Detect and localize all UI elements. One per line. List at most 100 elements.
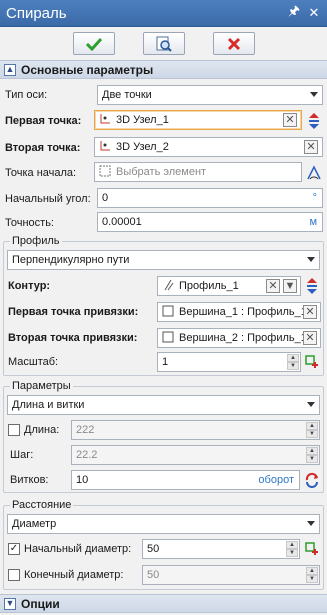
toolbar — [0, 27, 327, 60]
start-diam-label-wrap: ✓ Начальный диаметр: — [8, 543, 132, 556]
profile-mode-select[interactable]: Перпендикулярно пути — [7, 250, 320, 270]
axis-type-value: Две точки — [102, 89, 152, 101]
swap-points-button[interactable] — [305, 111, 323, 131]
spiral-panel: Спираль 🖈 ✕ ▲ Основные параметры Тип оси… — [0, 0, 327, 615]
precision-input[interactable]: 0.00001 м — [97, 212, 323, 232]
profile-icon — [162, 279, 174, 294]
first-point-label: Первая точка: — [5, 115, 82, 127]
angle-icon — [307, 165, 321, 180]
step-label: Шаг: — [10, 449, 34, 461]
vertex-icon — [162, 305, 174, 320]
parameters-mode-select[interactable]: Длина и витки — [7, 395, 320, 415]
main-params-header[interactable]: ▲ Основные параметры — [0, 60, 327, 79]
clear-contour-icon[interactable]: ✕ — [266, 279, 280, 293]
second-anchor-value: Вершина_2 : Профиль_1 — [179, 332, 307, 344]
select-element-icon — [99, 165, 111, 180]
second-point-value: 3D Узел_2 — [116, 141, 169, 153]
scale-label: Масштаб: — [8, 356, 59, 368]
close-icon[interactable]: ✕ — [307, 5, 321, 21]
preview-button[interactable] — [142, 32, 185, 55]
chevron-down-icon — [307, 521, 315, 526]
clear-second-anchor-icon[interactable]: ✕ — [303, 331, 317, 345]
diameter-tool-button[interactable] — [303, 539, 321, 559]
profile-mode-value: Перпендикулярно пути — [12, 254, 130, 266]
direction-toggle-button[interactable] — [303, 470, 321, 490]
start-angle-unit: ° — [312, 192, 317, 204]
scale-icon — [305, 355, 318, 368]
length-checkbox[interactable] — [8, 424, 20, 437]
ok-button[interactable] — [72, 32, 115, 55]
step-value: 22.2 — [76, 449, 98, 461]
start-angle-tool-button[interactable] — [305, 163, 323, 183]
first-point-value: 3D Узел_1 — [116, 114, 169, 126]
end-diam-input[interactable]: 50 ▲ ▼ — [142, 565, 320, 585]
length-input[interactable]: 222 ▲ ▼ — [71, 420, 320, 440]
end-diam-label-wrap: Конечный диаметр: — [8, 569, 124, 582]
start-diam-label: Начальный диаметр: — [24, 543, 132, 555]
scale-tool-button[interactable] — [303, 352, 321, 372]
second-anchor-field[interactable]: Вершина_2 : Профиль_1 ✕ — [157, 328, 321, 348]
checkmark-icon — [85, 37, 102, 51]
length-stepper[interactable]: ▲ ▼ — [306, 422, 318, 438]
contour-field[interactable]: Профиль_1 ✕ ▼ — [157, 276, 301, 296]
precision-row: Точность: 0.00001 м — [0, 212, 327, 234]
start-diam-checkbox[interactable]: ✓ — [8, 543, 20, 556]
scale-input[interactable]: 1 ▲ ▼ — [157, 352, 301, 372]
step-stepper[interactable]: ▲ ▼ — [306, 447, 318, 463]
axis-type-select[interactable]: Две точки — [97, 85, 323, 105]
precision-value: 0.00001 — [102, 216, 142, 228]
turns-input[interactable]: 10 оборот — [71, 470, 300, 490]
profile-title: Профиль — [10, 235, 62, 247]
first-anchor-value: Вершина_1 : Профиль_1 — [179, 306, 307, 318]
turns-value: 10 — [76, 474, 89, 486]
turns-label: Витков: — [10, 474, 49, 486]
vertex-icon — [162, 331, 174, 346]
parameters-mode-value: Длина и витки — [12, 399, 85, 411]
main-params-title: Основные параметры — [21, 62, 154, 77]
end-diam-stepper[interactable]: ▲ ▼ — [306, 567, 318, 583]
first-point-field[interactable]: 3D Узел_1 ✕ — [94, 110, 302, 130]
first-anchor-field[interactable]: Вершина_1 : Профиль_1 ✕ — [157, 302, 321, 322]
clear-second-point-icon[interactable]: ✕ — [304, 140, 318, 154]
axis-type-label: Тип оси: — [5, 89, 48, 101]
end-diam-label: Конечный диаметр: — [24, 569, 124, 581]
start-point-row: Точка начала: Выбрать элемент — [0, 162, 327, 184]
first-point-row: Первая точка: 3D Узел_1 ✕ — [0, 110, 327, 132]
swap-contour-button[interactable] — [303, 276, 321, 296]
second-point-field[interactable]: 3D Узел_2 ✕ — [94, 137, 323, 157]
chevron-down-icon — [307, 257, 315, 262]
preview-icon — [156, 36, 172, 52]
length-value: 222 — [76, 424, 95, 436]
precision-unit: м — [309, 216, 317, 228]
contour-label: Контур: — [8, 280, 51, 292]
options-header[interactable]: ▼ Опции — [0, 594, 327, 613]
length-label: Длина: — [24, 424, 60, 436]
swap-icon — [307, 278, 317, 294]
step-input[interactable]: 22.2 ▲ ▼ — [71, 445, 320, 465]
length-label-wrap: Длина: — [8, 424, 60, 437]
end-diam-value: 50 — [147, 569, 160, 581]
start-diam-input[interactable]: 50 ▲ ▼ — [142, 539, 300, 559]
collapse-icon[interactable]: ▲ — [4, 63, 16, 76]
scale-value: 1 — [162, 356, 169, 368]
parameters-group: Параметры Длина и витки Длина: 222 ▲ ▼ Ша… — [3, 380, 324, 493]
scale-stepper[interactable]: ▲ ▼ — [287, 354, 299, 370]
clear-first-anchor-icon[interactable]: ✕ — [303, 305, 317, 319]
clear-first-point-icon[interactable]: ✕ — [283, 113, 297, 127]
cancel-button[interactable] — [212, 32, 255, 55]
precision-label: Точность: — [5, 217, 54, 229]
title-bar: Спираль 🖈 ✕ — [0, 0, 327, 27]
start-point-field[interactable]: Выбрать элемент — [94, 162, 302, 182]
start-angle-value: 0 — [102, 192, 109, 204]
expand-icon[interactable]: ▼ — [4, 597, 16, 610]
start-point-label: Точка начала: — [5, 167, 77, 179]
node-icon — [99, 113, 111, 128]
distance-mode-select[interactable]: Диаметр — [7, 514, 320, 534]
start-angle-input[interactable]: 0 ° — [97, 188, 323, 208]
contour-dropdown-icon[interactable]: ▼ — [283, 279, 297, 293]
pin-icon[interactable]: 🖈 — [287, 2, 301, 24]
end-diam-checkbox[interactable] — [8, 569, 20, 582]
second-point-row: Вторая точка: 3D Узел_2 ✕ — [0, 137, 327, 159]
start-diam-stepper[interactable]: ▲ ▼ — [286, 541, 298, 557]
second-point-label: Вторая точка: — [5, 142, 81, 154]
